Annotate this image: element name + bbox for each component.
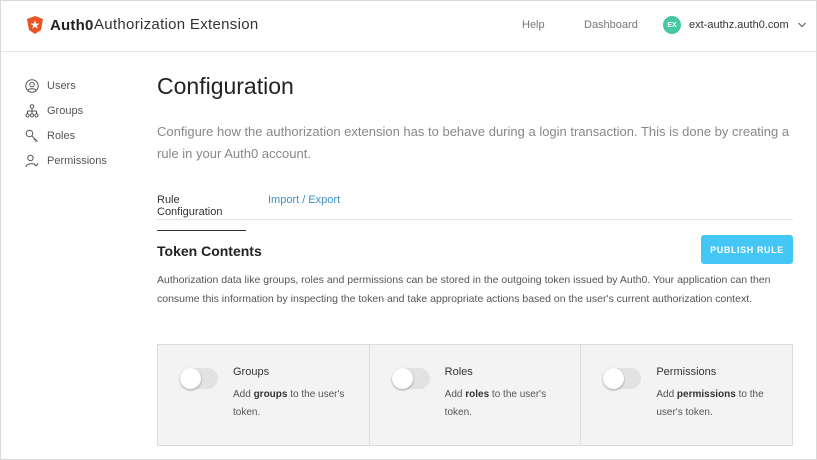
tenant-name: ext-authz.auth0.com xyxy=(689,19,789,31)
card-description: Add groups to the user's token. xyxy=(233,386,363,422)
auth0-logo[interactable]: Auth0 xyxy=(25,15,94,35)
card-description: Add roles to the user's token. xyxy=(445,386,575,422)
card-groups: Groups Add groups to the user's token. xyxy=(158,345,370,445)
app-title: Authorization Extension xyxy=(94,16,259,33)
sidebar-item-users[interactable]: Users xyxy=(25,73,135,98)
app-window: Auth0 Authorization Extension Help Dashb… xyxy=(0,0,817,460)
sidebar-item-label: Groups xyxy=(47,104,84,117)
toggle-knob xyxy=(603,368,625,389)
card-permissions: Permissions Add permissions to the user'… xyxy=(581,345,792,445)
card-roles: Roles Add roles to the user's token. xyxy=(370,345,582,445)
toggle-knob xyxy=(180,368,201,389)
user-permission-icon xyxy=(25,154,39,167)
roles-toggle[interactable] xyxy=(391,368,430,389)
avatar: EX xyxy=(663,16,681,34)
card-title: Roles xyxy=(444,366,473,378)
top-header: Auth0 Authorization Extension Help Dashb… xyxy=(1,1,816,52)
publish-rule-button[interactable]: PUBLISH RULE xyxy=(701,235,793,264)
key-icon xyxy=(25,129,38,142)
tab-import-export[interactable]: Import / Export xyxy=(268,194,340,206)
nav-help-link[interactable]: Help xyxy=(522,19,545,31)
card-title: Groups xyxy=(233,366,270,378)
card-text-keyword: roles xyxy=(465,389,490,400)
section-title: Token Contents xyxy=(157,243,262,259)
sidebar-item-label: Roles xyxy=(47,129,76,142)
card-text-keyword: groups xyxy=(253,389,288,400)
chevron-down-icon xyxy=(797,22,806,28)
token-options: Groups Add groups to the user's token. R… xyxy=(157,344,793,446)
sidebar-item-groups[interactable]: Groups xyxy=(25,98,135,123)
tab-rule-configuration[interactable]: Rule Configuration xyxy=(157,194,246,231)
card-text-prefix: Add xyxy=(444,389,466,400)
page-title: Configuration xyxy=(157,73,294,99)
sidebar-item-permissions[interactable]: Permissions xyxy=(25,148,135,173)
card-text-keyword: permissions xyxy=(676,389,736,400)
sidebar-item-label: Users xyxy=(47,79,76,92)
card-text-prefix: Add xyxy=(233,389,254,400)
auth0-shield-icon xyxy=(27,16,43,34)
card-text-prefix: Add xyxy=(656,389,677,400)
sidebar-item-roles[interactable]: Roles xyxy=(25,123,135,148)
card-description: Add permissions to the user's token. xyxy=(656,386,786,422)
groups-toggle[interactable] xyxy=(180,368,218,389)
user-circle-icon xyxy=(25,78,39,93)
permissions-toggle[interactable] xyxy=(603,368,642,389)
section-description: Authorization data like groups, roles an… xyxy=(157,274,771,305)
card-title: Permissions xyxy=(656,366,717,378)
sidebar-item-label: Permissions xyxy=(47,154,107,167)
hierarchy-icon xyxy=(25,103,39,117)
tenant-menu[interactable]: EX ext-authz.auth0.com xyxy=(663,16,807,34)
page-description: Configure how the authorization extensio… xyxy=(157,124,790,161)
nav-dashboard-link[interactable]: Dashboard xyxy=(584,19,638,31)
toggle-knob xyxy=(391,368,413,389)
sidebar: Users Groups Roles Permissions xyxy=(25,73,135,173)
logo-text: Auth0 xyxy=(50,16,94,34)
tab-bar: Rule Configuration Import / Export xyxy=(157,189,793,231)
